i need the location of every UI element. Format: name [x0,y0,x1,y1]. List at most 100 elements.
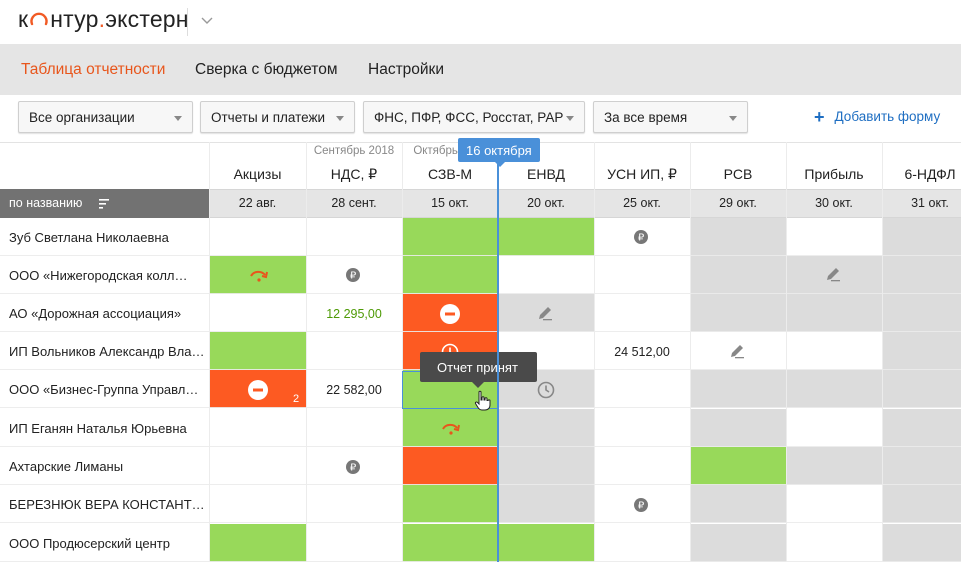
sort-by-name-button[interactable]: по названию [0,189,209,218]
report-cell[interactable] [402,218,498,256]
report-cell[interactable] [209,409,306,447]
col-header-envd[interactable]: ЕНВД [498,166,594,182]
report-cell[interactable] [690,524,786,562]
report-cell[interactable] [402,256,498,294]
report-cell[interactable] [786,370,882,408]
col-header-profit[interactable]: Прибыль [786,166,882,182]
report-cell[interactable] [306,332,402,370]
report-cell[interactable] [882,447,961,485]
report-cell[interactable] [498,447,594,485]
report-cell[interactable] [690,485,786,523]
row-org-name[interactable]: ООО «Нижегородская колл… [9,268,188,283]
org-filter-select[interactable]: Все организации [18,101,193,133]
report-cell[interactable] [209,447,306,485]
row-org-name[interactable]: Ахтарские Лиманы [9,459,123,474]
type-filter-select[interactable]: Отчеты и платежи [200,101,355,133]
report-cell[interactable] [306,218,402,256]
deadline-usn: 25 окт. [623,196,661,210]
col-header-szvm[interactable]: СЗВ-М [402,166,498,182]
report-cell[interactable] [882,332,961,370]
report-cell[interactable] [882,524,961,562]
report-cell[interactable] [402,485,498,523]
report-cell[interactable] [306,409,402,447]
report-cell[interactable] [209,524,306,562]
report-cell[interactable] [209,294,306,332]
report-cell[interactable] [882,256,961,294]
agency-filter-select[interactable]: ФНС, ПФР, ФСС, Росстат, РАР [363,101,585,133]
report-cell[interactable] [786,409,882,447]
report-cell[interactable] [594,256,690,294]
row-org-name[interactable]: ИП Вольников Александр Вла… [9,344,204,359]
add-form-button[interactable]: + Добавить форму [814,108,940,126]
pencil-icon[interactable] [729,343,745,359]
report-cell[interactable] [786,485,882,523]
report-cell[interactable] [594,409,690,447]
cell-value[interactable]: 22 582,00 [306,383,402,397]
logo[interactable]: к нтур . экстерн [18,6,189,33]
report-cell[interactable] [882,218,961,256]
report-cell[interactable] [498,409,594,447]
report-cell[interactable] [209,485,306,523]
report-cell[interactable] [209,332,306,370]
row-org-name[interactable]: ООО Продюсерский центр [9,536,170,551]
col-header-6ndfl[interactable]: 6-НДФЛ [882,166,961,182]
report-cell[interactable] [498,256,594,294]
ruble-icon[interactable]: ₽ [346,460,360,474]
report-cell[interactable] [882,370,961,408]
report-cell[interactable] [786,218,882,256]
report-cell[interactable] [594,524,690,562]
report-cell[interactable] [498,218,594,256]
ruble-icon[interactable]: ₽ [634,230,648,244]
chevron-down-icon[interactable] [200,12,214,30]
rejected-icon[interactable] [248,380,268,400]
report-cell[interactable] [498,485,594,523]
report-cell[interactable] [594,370,690,408]
report-cell[interactable] [498,524,594,562]
report-cell[interactable] [786,294,882,332]
report-cell[interactable] [209,218,306,256]
report-cell[interactable] [306,524,402,562]
tab-settings[interactable]: Настройки [368,61,444,79]
cell-value[interactable]: 24 512,00 [594,345,690,359]
report-cell[interactable] [786,524,882,562]
svg-text:₽: ₽ [638,501,645,512]
row-org-name[interactable]: АО «Дорожная ассоциация» [9,306,181,321]
report-cell[interactable] [306,485,402,523]
row-org-name[interactable]: ООО «Бизнес-Группа Управл… [9,382,198,397]
report-cell[interactable] [690,256,786,294]
cell-value[interactable]: 12 295,00 [306,307,402,321]
col-header-rsv[interactable]: РСВ [690,166,786,182]
row-org-name[interactable]: ИП Еганян Наталья Юрьевна [9,421,187,436]
rejected-icon[interactable] [440,304,460,324]
col-header-usn[interactable]: УСН ИП, ₽ [594,166,690,183]
report-cell[interactable] [594,294,690,332]
row-org-name[interactable]: Зуб Светлана Николаевна [9,230,169,245]
report-cell[interactable] [690,447,786,485]
filters-bar: Все организации Отчеты и платежи ФНС, ПФ… [0,95,961,142]
col-header-vat[interactable]: НДС, ₽ [306,166,402,183]
report-cell[interactable] [786,447,882,485]
row-org-name[interactable]: БЕРЕЗНЮК ВЕРА КОНСТАНТ… [9,497,205,512]
tab-reporting-table[interactable]: Таблица отчетности [21,61,165,79]
pencil-icon[interactable] [537,305,553,321]
report-cell[interactable] [786,332,882,370]
report-cell[interactable] [402,447,498,485]
report-cell[interactable] [690,409,786,447]
ruble-icon[interactable]: ₽ [346,268,360,282]
report-cell[interactable] [690,294,786,332]
clock-icon[interactable] [537,381,555,399]
report-cell[interactable] [882,485,961,523]
report-cell[interactable] [690,218,786,256]
resend-arrow-icon[interactable] [440,420,462,436]
report-cell[interactable] [402,524,498,562]
period-filter-select[interactable]: За все время [593,101,748,133]
ruble-icon[interactable]: ₽ [634,498,648,512]
report-cell[interactable] [690,370,786,408]
pencil-icon[interactable] [825,266,841,282]
report-cell[interactable] [882,294,961,332]
resend-arrow-icon[interactable] [248,267,270,283]
report-cell[interactable] [882,409,961,447]
report-cell[interactable] [594,447,690,485]
col-header-excise[interactable]: Акцизы [209,166,306,182]
tab-budget-reconciliation[interactable]: Сверка с бюджетом [195,61,337,79]
